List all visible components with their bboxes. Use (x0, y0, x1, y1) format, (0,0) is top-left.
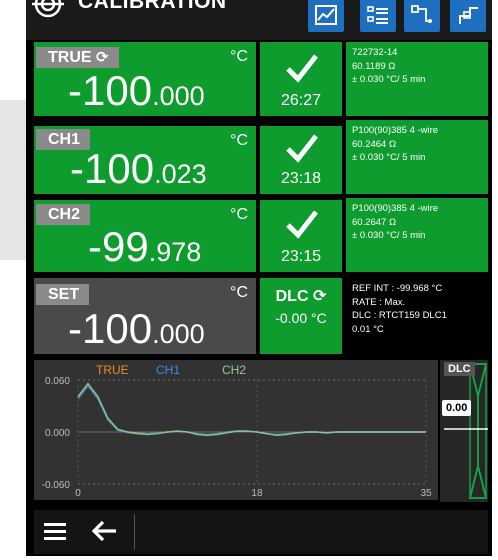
dlc-label: DLC (275, 288, 309, 305)
ch2-label-tab: CH2 (36, 204, 91, 225)
back-arrow-icon (91, 520, 116, 542)
chart-canvas: TRUE CH1 CH2 0.060 0.000 -0.060 0 18 35 (42, 363, 432, 499)
rate: RATE : Max. (352, 296, 406, 308)
dlc-slider-panel[interactable]: DLC 0.00 (440, 360, 488, 502)
reading-value: -100.000 (68, 70, 205, 112)
probe-icon (459, 7, 478, 24)
channel-label: CH2 (48, 206, 81, 223)
true-value-tile[interactable]: TRUE ⟳ °C -100.000 (34, 42, 256, 116)
legend-ch1: CH1 (156, 363, 180, 377)
menu-icon (44, 523, 66, 540)
ch1-stability-tile[interactable]: 23:18 (260, 126, 342, 194)
ch2-info-tile[interactable]: P100(90)385 4 -wire 60.2647 Ω ± 0.030 °C… (346, 198, 488, 272)
connection-icon (411, 5, 432, 23)
ch1-value-tile[interactable]: CH1 °C -100.023 (34, 126, 256, 194)
set-info-tile[interactable]: REF INT : -99.968 °C RATE : Max. DLC : R… (346, 278, 488, 354)
dlc-probe: DLC : RTCT159 DLC1 (352, 310, 447, 321)
dlc-resolution: 0.01 °C (352, 323, 384, 335)
reading-value: -100.023 (70, 148, 207, 190)
unit-label: °C (230, 284, 248, 301)
target-logo-icon (32, 0, 64, 18)
channel-label: TRUE (48, 49, 92, 66)
y-tick-label: -0.060 (42, 480, 71, 491)
sync-icon: ⟳ (312, 288, 327, 305)
y-tick-label: 0.000 (45, 428, 70, 439)
unit-label: °C (230, 132, 248, 149)
list-icon (367, 6, 388, 24)
stability-timer: 23:15 (280, 248, 322, 265)
dlc-value: -0.00 °C (275, 310, 327, 326)
series-ch1 (77, 384, 426, 436)
set-value-tile[interactable]: SET °C -100.000 (34, 278, 256, 354)
page-title: CALIBRATION (78, 0, 227, 13)
series-ch2 (77, 382, 426, 437)
x-tick-label: 18 (251, 488, 263, 499)
dlc-value-box: 0.00 (442, 400, 472, 416)
sensor-type: P100(90)385 4 -wire (352, 203, 439, 214)
dlc-panel-label: DLC (444, 362, 475, 376)
check-icon (286, 54, 318, 83)
reading-integer: -99 (88, 223, 149, 270)
connection-button[interactable] (404, 0, 440, 32)
series-true (77, 383, 426, 436)
true-label-tab: TRUE ⟳ (36, 47, 119, 68)
legend-true: TRUE (96, 363, 129, 377)
background-decoration (0, 100, 26, 260)
deviation-chart[interactable]: TRUE CH1 CH2 0.060 0.000 -0.060 0 18 35 (34, 360, 438, 500)
unit-label: °C (230, 48, 248, 65)
resistance: 60.1189 Ω (352, 60, 396, 72)
x-tick-label: 35 (420, 488, 432, 499)
set-label-tab: SET (36, 284, 90, 305)
reading-decimal: .000 (152, 319, 205, 349)
ch1-info-tile[interactable]: P100(90)385 4 -wire 60.2464 Ω ± 0.030 °C… (346, 120, 488, 194)
reading-integer: -100 (70, 145, 155, 192)
back-button[interactable] (90, 520, 118, 542)
chart-button[interactable] (308, 0, 344, 32)
ref-int: REF INT : -99.968 °C (352, 283, 443, 294)
reading-decimal: .000 (152, 81, 205, 111)
probe-button[interactable] (450, 0, 486, 32)
reading-integer: -100 (68, 305, 153, 352)
reading-decimal: .023 (154, 159, 207, 189)
device-screen: CALIBRATION TRUE ⟳ °C -100.000 26:27 722… (26, 0, 492, 556)
true-stability-tile[interactable]: 26:27 (260, 42, 342, 116)
stability-timer: 26:27 (280, 92, 322, 109)
unit-label: °C (230, 206, 248, 223)
y-tick-label: 0.060 (45, 376, 70, 387)
dlc-slider-track[interactable] (440, 360, 488, 502)
chart-icon (315, 5, 337, 25)
sensor-id: 722732-14 (352, 47, 398, 58)
x-tick-label: 0 (75, 488, 81, 499)
check-icon (286, 210, 318, 239)
resistance: 60.2647 Ω (352, 216, 397, 228)
header-bar: CALIBRATION (26, 0, 492, 40)
ch2-stability-tile[interactable]: 23:15 (260, 200, 342, 272)
reading-value: -99.978 (88, 226, 201, 268)
channel-label: SET (48, 286, 80, 303)
sync-icon: ⟳ (96, 49, 109, 66)
resistance: 60.2464 Ω (352, 138, 397, 150)
menu-button[interactable] (42, 520, 68, 542)
setpoint-value: -100.000 (68, 308, 205, 350)
ch2-value-tile[interactable]: CH2 °C -99.978 (34, 200, 256, 272)
true-info-tile[interactable]: 722732-14 60.1189 Ω ± 0.030 °C/ 5 min (346, 42, 488, 116)
stability-criteria: ± 0.030 °C/ 5 min (352, 74, 426, 85)
footer-bar (34, 510, 488, 554)
reading-decimal: .978 (148, 237, 202, 267)
check-icon (286, 134, 318, 163)
footer-divider (134, 514, 135, 550)
stability-criteria: ± 0.030 °C/ 5 min (352, 230, 426, 241)
stability-timer: 23:18 (280, 170, 322, 187)
stability-criteria: ± 0.030 °C/ 5 min (352, 152, 426, 163)
dlc-tile[interactable]: DLC ⟳ -0.00 °C (260, 278, 342, 354)
legend-ch2: CH2 (222, 363, 246, 377)
reading-integer: -100 (68, 67, 153, 114)
sensor-type: P100(90)385 4 -wire (352, 125, 439, 136)
dlc-header: DLC ⟳ (260, 286, 342, 306)
list-button[interactable] (360, 0, 396, 32)
